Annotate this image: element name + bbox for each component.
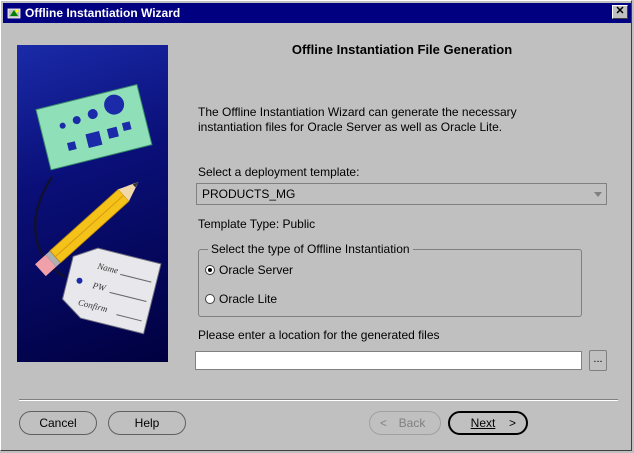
description-line: The Offline Instantiation Wizard can gen… bbox=[198, 105, 517, 119]
back-label: Back bbox=[398, 416, 426, 430]
template-label: Select a deployment template: bbox=[198, 165, 360, 179]
location-label: Please enter a location for the generate… bbox=[198, 328, 440, 342]
window-title: Offline Instantiation Wizard bbox=[25, 6, 181, 20]
next-button[interactable]: Next > bbox=[448, 411, 528, 435]
oracle-server-radio[interactable] bbox=[205, 265, 215, 275]
page-heading: Offline Instantiation File Generation bbox=[291, 42, 513, 57]
wizard-window: Offline Instantiation Wizard ✕ Name PW C… bbox=[0, 0, 632, 451]
title-bar[interactable]: Offline Instantiation Wizard ✕ bbox=[3, 3, 631, 23]
chevron-down-icon[interactable] bbox=[594, 192, 602, 197]
browse-button[interactable]: ... bbox=[589, 350, 607, 371]
location-input[interactable] bbox=[195, 351, 582, 370]
pencil-ruler-tag-illustration: Name PW Confirm bbox=[34, 83, 162, 335]
close-button[interactable]: ✕ bbox=[612, 5, 628, 19]
instantiation-type-legend: Select the type of Offline Instantiation bbox=[208, 242, 413, 256]
back-arrow-icon: < bbox=[380, 416, 388, 430]
back-button[interactable]: < Back bbox=[369, 411, 441, 435]
help-button[interactable]: Help bbox=[108, 411, 186, 435]
deployment-template-select[interactable]: PRODUCTS_MG bbox=[196, 183, 607, 205]
wizard-illustration: Name PW Confirm bbox=[17, 45, 168, 362]
close-icon: ✕ bbox=[615, 5, 625, 17]
button-separator bbox=[19, 399, 618, 401]
oracle-lite-label[interactable]: Oracle Lite bbox=[219, 292, 277, 306]
selected-template: PRODUCTS_MG bbox=[202, 187, 296, 201]
description-line: instantiation files for Oracle Server as… bbox=[198, 120, 503, 134]
wizard-app-icon bbox=[7, 8, 21, 19]
next-arrow-icon: > bbox=[508, 416, 516, 430]
oracle-lite-radio[interactable] bbox=[205, 294, 215, 304]
template-type-label: Template Type: Public bbox=[198, 217, 316, 231]
cancel-button[interactable]: Cancel bbox=[19, 411, 97, 435]
next-label: Next bbox=[470, 416, 496, 430]
instantiation-type-group bbox=[198, 249, 582, 317]
oracle-server-label[interactable]: Oracle Server bbox=[219, 263, 293, 277]
page-description: The Offline Instantiation Wizard can gen… bbox=[198, 105, 608, 135]
